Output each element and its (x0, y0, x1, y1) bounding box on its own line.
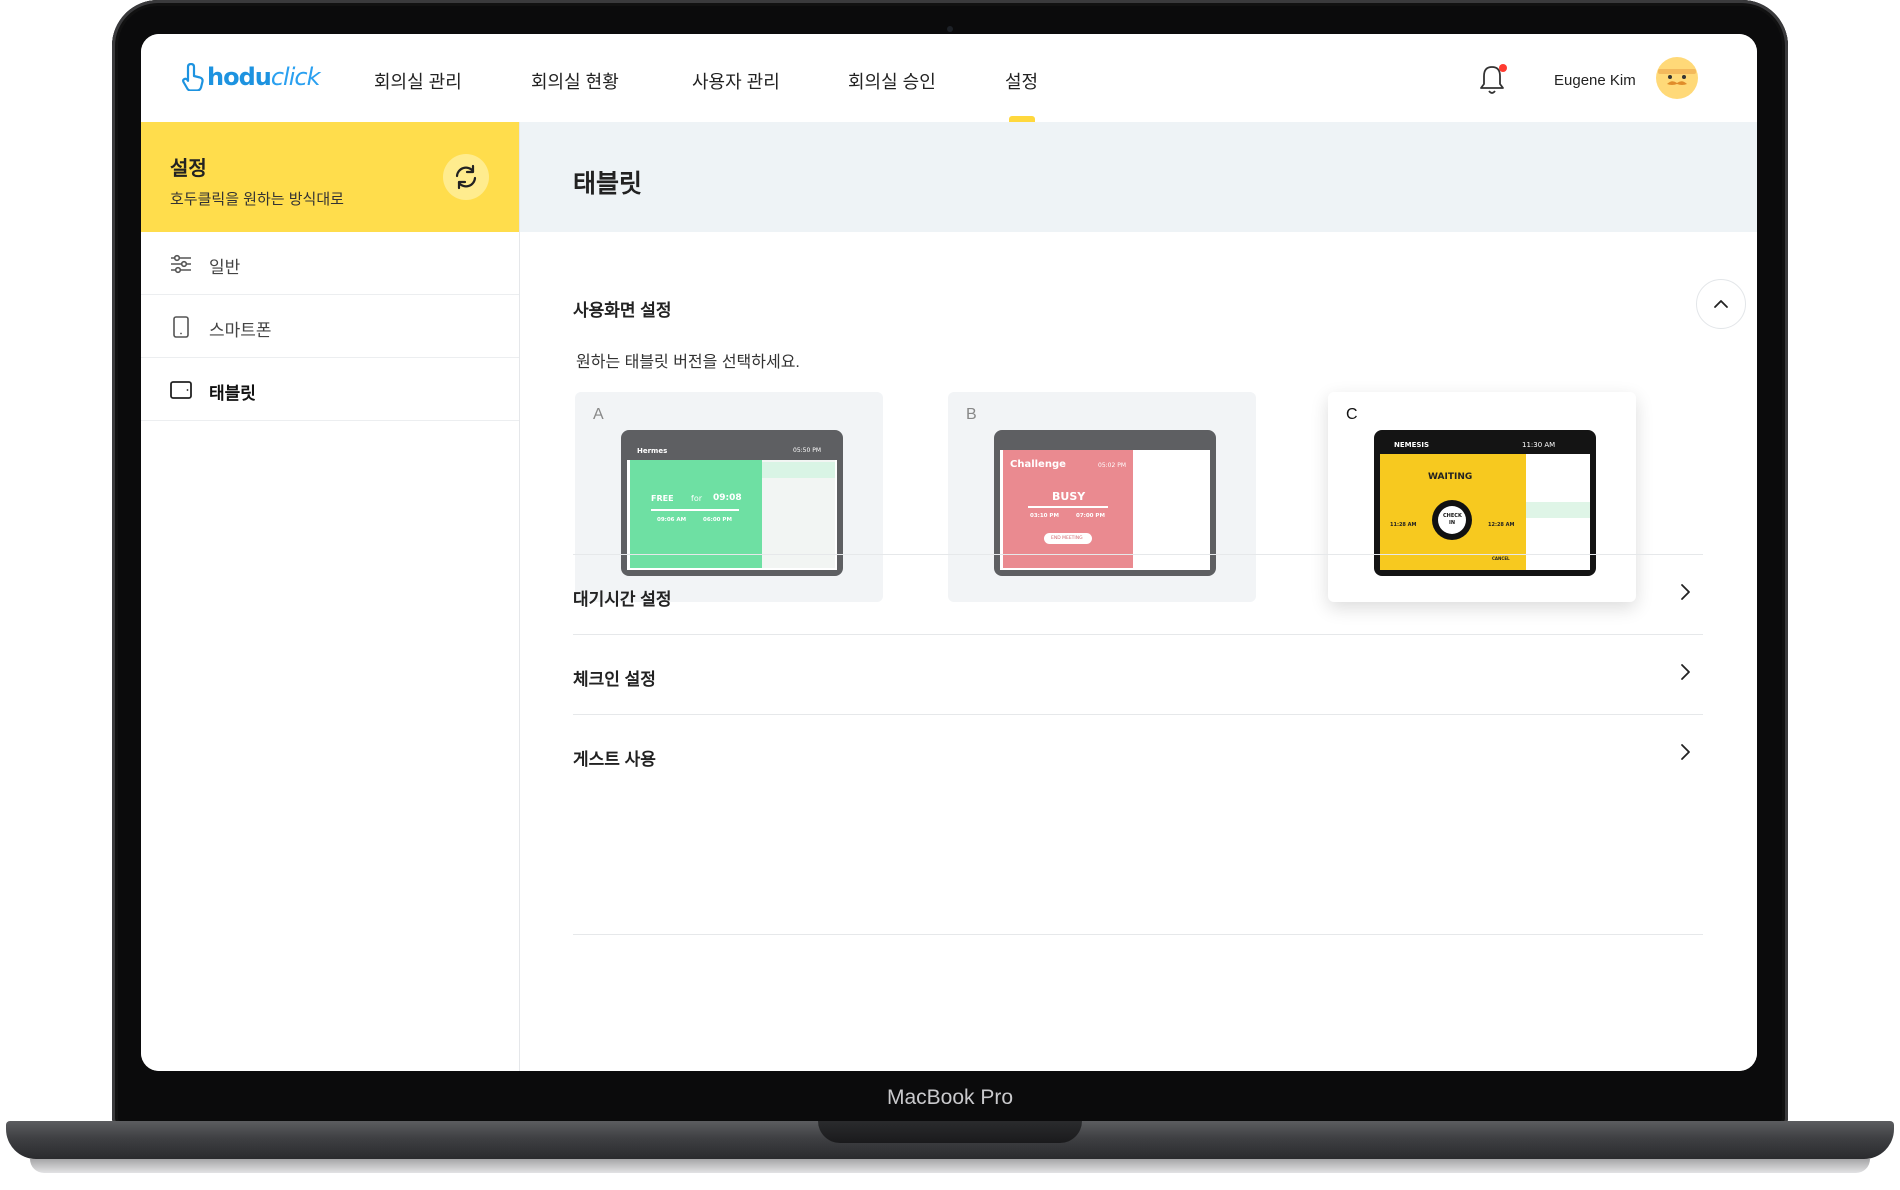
device-brand: MacBook Pro (886, 1086, 1014, 1109)
preview-in: IN (1449, 520, 1456, 526)
preview-room: NEMESIS (1394, 441, 1430, 449)
preview-status: BUSY (1052, 490, 1086, 503)
notification-dot (1499, 64, 1507, 72)
preview-room: Challenge (1010, 459, 1066, 470)
logo-main: hodu (207, 63, 272, 91)
nav-user-management[interactable]: 사용자 관리 (692, 68, 780, 94)
preview-end: 06:00 PM (703, 517, 732, 523)
sidebar-item-smartphone[interactable]: 스마트폰 (141, 295, 519, 358)
nav-room-status[interactable]: 회의실 현황 (531, 68, 619, 94)
sidebar-title: 설정 (170, 158, 207, 180)
row-label: 게스트 사용 (573, 750, 656, 769)
chevron-up-icon (1714, 300, 1728, 308)
preview-start: 03:10 PM (1030, 513, 1059, 519)
section-description: 원하는 태블릿 버전을 선택하세요. (576, 354, 800, 371)
top-header: hoduclick 회의실 관리 회의실 현황 사용자 관리 회의실 승인 설정… (141, 34, 1757, 123)
preview-right-time: 12:28 AM (1488, 522, 1515, 528)
option-letter: A (593, 406, 604, 423)
main-content: 태블릿 사용화면 설정 원하는 태블릿 버전을 선택하세요. A Hermes … (520, 122, 1757, 1071)
camera (947, 26, 953, 32)
row-wait-time[interactable]: 대기시간 설정 (573, 554, 1703, 635)
chevron-right-icon (1681, 584, 1690, 600)
sidebar-item-general[interactable]: 일반 (141, 232, 519, 295)
option-letter: C (1346, 406, 1358, 423)
row-check-in[interactable]: 체크인 설정 (573, 634, 1703, 715)
preview-left-time: 11:28 AM (1390, 522, 1417, 528)
refresh-button[interactable] (443, 154, 489, 200)
logo-text: hoduclick (207, 63, 321, 91)
laptop-notch (818, 1121, 1082, 1143)
preview-end: 07:00 PM (1076, 513, 1105, 519)
preview-button: END MEETING (1051, 536, 1083, 541)
preview-check: CHECK (1443, 513, 1462, 519)
logo-accent: click (270, 63, 321, 91)
preview-clock: 05:50 PM (793, 447, 821, 454)
sidebar: 설정 호두클릭을 원하는 방식대로 일반 스마트폰 태블릿 (141, 122, 520, 1071)
option-letter: B (966, 406, 977, 423)
smartphone-icon (173, 316, 189, 338)
main-header: 태블릿 (520, 122, 1757, 232)
preview-status: FREE (651, 494, 674, 503)
pointer-hand-icon (182, 63, 204, 91)
user-name[interactable]: Eugene Kim (1554, 72, 1636, 89)
sidebar-item-label: 일반 (209, 258, 241, 277)
preview-room: Hermes (637, 447, 668, 455)
logo[interactable]: hoduclick (181, 61, 321, 93)
sidebar-item-label: 스마트폰 (209, 321, 272, 340)
nav-settings[interactable]: 설정 (1005, 68, 1038, 94)
preview-duration: 09:08 (713, 493, 742, 503)
sidebar-subtitle: 호두클릭을 원하는 방식대로 (170, 191, 344, 208)
tablet-icon (170, 381, 192, 399)
nav-room-approval[interactable]: 회의실 승인 (848, 68, 936, 94)
sliders-icon (171, 254, 191, 274)
row-label: 체크인 설정 (573, 670, 656, 689)
row-guest-use[interactable]: 게스트 사용 (573, 714, 1703, 795)
chevron-right-icon (1681, 664, 1690, 680)
preview-status: WAITING (1428, 472, 1473, 482)
preview-start: 09:06 AM (657, 517, 687, 523)
sidebar-item-tablet[interactable]: 태블릿 (141, 358, 519, 421)
preview-clock: 11:30 AM (1522, 441, 1556, 449)
page-title: 태블릿 (573, 170, 643, 198)
chevron-right-icon (1681, 744, 1690, 760)
row-label: 대기시간 설정 (573, 590, 672, 609)
nav-room-management[interactable]: 회의실 관리 (374, 68, 462, 94)
divider (573, 934, 1703, 935)
refresh-icon (455, 164, 477, 190)
preview-clock: 05:02 PM (1098, 462, 1126, 469)
preview-for: for (691, 494, 702, 503)
section-title: 사용화면 설정 (573, 301, 672, 320)
sidebar-header: 설정 호두클릭을 원하는 방식대로 (141, 122, 519, 232)
collapse-button[interactable] (1696, 279, 1746, 329)
laptop-shadow (30, 1159, 1870, 1173)
avatar[interactable] (1655, 56, 1699, 100)
screen: hoduclick 회의실 관리 회의실 현황 사용자 관리 회의실 승인 설정… (141, 34, 1757, 1071)
sidebar-item-label: 태블릿 (209, 384, 256, 403)
